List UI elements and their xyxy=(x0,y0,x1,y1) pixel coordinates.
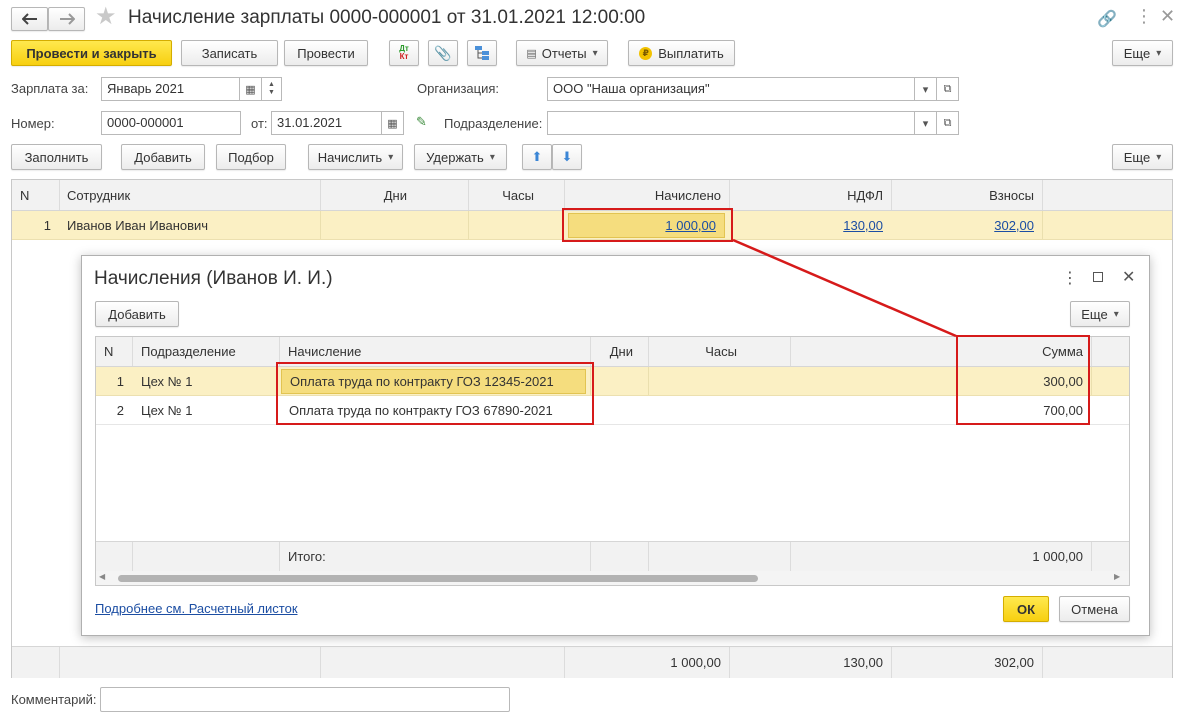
annotation-connector-line xyxy=(732,238,957,338)
